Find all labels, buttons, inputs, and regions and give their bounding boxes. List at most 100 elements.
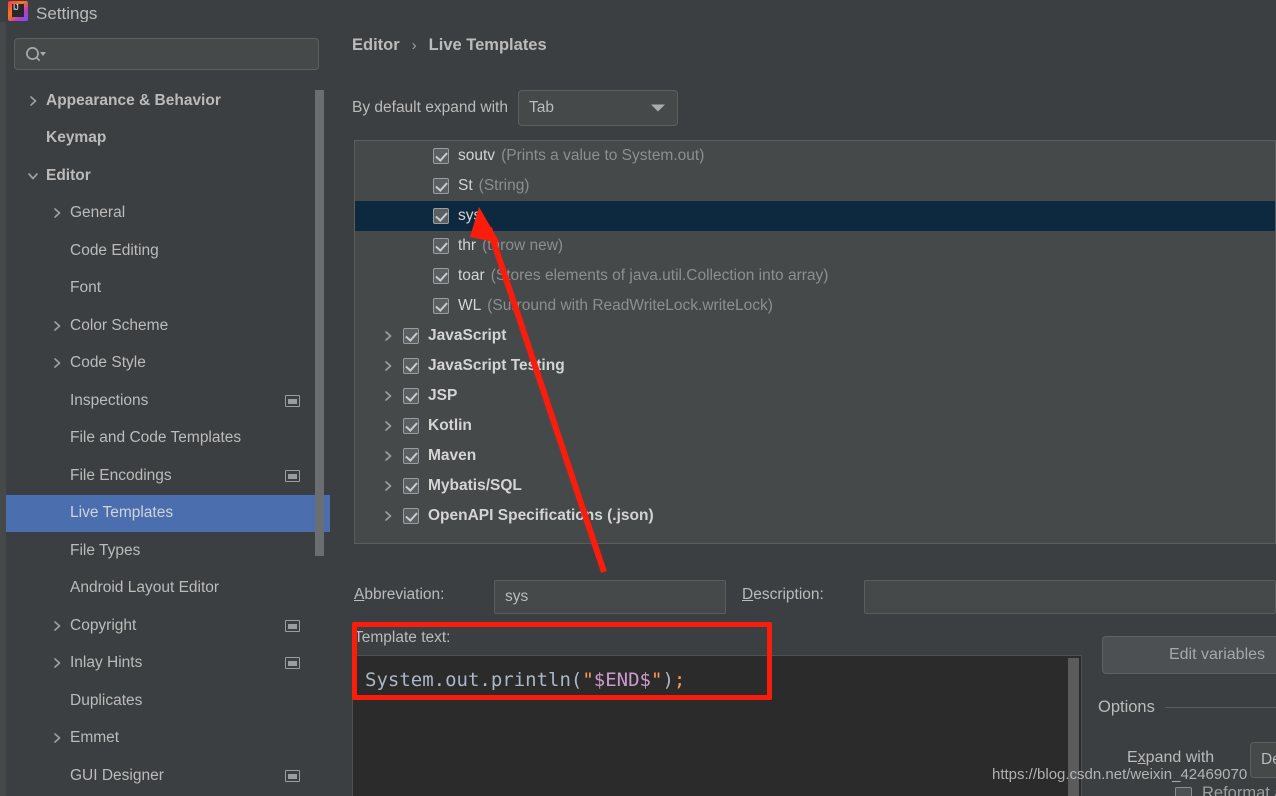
sidebar-item-live-templates[interactable]: Live Templates [6, 494, 330, 532]
template-description: (throw new) [482, 237, 564, 254]
chevron-right-icon[interactable] [373, 449, 403, 463]
sidebar-scrollbar[interactable] [315, 90, 324, 556]
template-list-row[interactable]: OpenAPI Specifications (.json) [355, 501, 1275, 531]
sidebar-item-code-style[interactable]: Code Style [6, 345, 330, 383]
template-name: sys [458, 207, 482, 224]
chevron-right-icon[interactable] [373, 419, 403, 433]
breadcrumb-separator-icon: › [411, 37, 417, 54]
reformat-label: Reformat according to style [1202, 784, 1276, 796]
chevron-right-icon[interactable] [373, 479, 403, 493]
edit-variables-button[interactable]: Edit variables [1102, 636, 1276, 674]
sidebar-item-editor[interactable]: Editor [6, 157, 330, 195]
chevron-right-icon[interactable] [373, 329, 403, 343]
sidebar-item-keymap[interactable]: Keymap [6, 120, 330, 158]
sidebar-item-inspections[interactable]: Inspections [6, 382, 330, 420]
chevron-right-icon[interactable] [44, 206, 70, 220]
template-name: toar [458, 267, 485, 284]
abbreviation-label: Abbreviation: [354, 586, 445, 603]
template-enabled-checkbox[interactable] [403, 388, 419, 404]
chevron-right-icon[interactable] [44, 619, 70, 633]
breadcrumb-parent[interactable]: Editor [352, 36, 400, 55]
sidebar-item-gui-designer[interactable]: GUI Designer [6, 757, 330, 795]
template-enabled-checkbox[interactable] [403, 508, 419, 524]
search-input[interactable] [53, 45, 310, 66]
sidebar-item-label: Android Layout Editor [70, 579, 220, 597]
sidebar-item-label: File Types [70, 541, 141, 559]
chevron-right-icon[interactable] [44, 356, 70, 370]
live-templates-list[interactable]: soutv (Prints a value to System.out) St (St… [354, 140, 1276, 544]
option-expand-with-dropdown[interactable]: Default [1250, 742, 1276, 778]
search-box[interactable] [14, 38, 319, 70]
description-label-rest: escription: [753, 586, 824, 603]
description-label: Description: [742, 586, 824, 603]
abbreviation-description-row: Abbreviation: sys Description: [330, 578, 1276, 616]
default-expand-row: By default expand with Tab [352, 90, 678, 126]
sidebar-item-appearance-behavior[interactable]: Appearance & Behavior [6, 82, 330, 120]
abbreviation-input[interactable]: sys [494, 580, 726, 614]
template-enabled-checkbox[interactable] [403, 448, 419, 464]
template-list-row[interactable]: JavaScript Testing [355, 351, 1275, 381]
template-list-row[interactable]: soutv (Prints a value to System.out) [355, 141, 1275, 171]
template-list-row[interactable]: Kotlin [355, 411, 1275, 441]
search-icon [25, 46, 47, 64]
chevron-down-icon[interactable] [20, 169, 46, 183]
settings-tree: Appearance & Behavior Keymap Editor General… [6, 82, 330, 796]
template-list-row[interactable]: WL (Surround with ReadWriteLock.writeLock… [355, 291, 1275, 321]
chevron-right-icon[interactable] [20, 94, 46, 108]
template-enabled-checkbox[interactable] [403, 358, 419, 374]
template-enabled-checkbox[interactable] [433, 208, 449, 224]
sidebar-item-copyright[interactable]: Copyright [6, 607, 330, 645]
template-enabled-checkbox[interactable] [433, 268, 449, 284]
sidebar-item-general[interactable]: General [6, 195, 330, 233]
code-token-0: System.out.println( [365, 669, 583, 691]
chevron-right-icon[interactable] [373, 359, 403, 373]
template-list-row[interactable]: Maven [355, 441, 1275, 471]
options-divider [1164, 707, 1276, 708]
chevron-right-icon[interactable] [44, 656, 70, 670]
code-token-5: ; [673, 669, 686, 691]
chevron-right-icon[interactable] [44, 319, 70, 333]
search-field-wrapper[interactable] [14, 38, 319, 70]
window-titlebar: Settings [0, 0, 1276, 22]
code-token-3: " [651, 669, 663, 691]
template-enabled-checkbox[interactable] [433, 178, 449, 194]
template-enabled-checkbox[interactable] [403, 418, 419, 434]
template-enabled-checkbox[interactable] [403, 328, 419, 344]
template-name: soutv [458, 147, 496, 164]
settings-window: Settings Appearance & Behavior Keymap Edit… [0, 0, 1276, 796]
sidebar-item-file-and-code-templates[interactable]: File and Code Templates [6, 420, 330, 458]
default-expand-dropdown[interactable]: Tab [517, 90, 678, 126]
template-list-row[interactable]: thr (throw new) [355, 231, 1275, 261]
template-list-row[interactable]: sys [355, 201, 1275, 231]
template-list-row[interactable]: St (String) [355, 171, 1275, 201]
sidebar-item-file-types[interactable]: File Types [6, 532, 330, 570]
chevron-right-icon[interactable] [44, 731, 70, 745]
description-input[interactable] [864, 580, 1276, 614]
sidebar-item-label: Keymap [46, 129, 107, 147]
template-enabled-checkbox[interactable] [403, 478, 419, 494]
template-list-row[interactable]: JSP [355, 381, 1275, 411]
template-enabled-checkbox[interactable] [433, 148, 449, 164]
template-name: WL [458, 297, 482, 314]
sidebar-item-label: Editor [46, 166, 91, 184]
sidebar-item-emmet[interactable]: Emmet [6, 720, 330, 758]
sidebar-item-label: Font [70, 279, 102, 297]
template-enabled-checkbox[interactable] [433, 238, 449, 254]
template-list-row[interactable]: Mybatis/SQL [355, 471, 1275, 501]
template-list-row[interactable]: JavaScript [355, 321, 1275, 351]
template-list-row[interactable]: toar (Stores elements of java.util.Collec… [355, 261, 1275, 291]
sidebar-item-duplicates[interactable]: Duplicates [6, 682, 330, 720]
reformat-checkbox[interactable] [1175, 787, 1192, 796]
sidebar-item-android-layout-editor[interactable]: Android Layout Editor [6, 570, 330, 608]
sidebar-item-color-scheme[interactable]: Color Scheme [6, 307, 330, 345]
sidebar-item-file-encodings[interactable]: File Encodings [6, 457, 330, 495]
breadcrumb-current: Live Templates [428, 36, 547, 54]
sidebar-item-font[interactable]: Font [6, 270, 330, 308]
sidebar-item-code-editing[interactable]: Code Editing [6, 232, 330, 270]
template-text-editor[interactable]: System.out.println("$END$"); [352, 655, 1082, 796]
sidebar-item-inlay-hints[interactable]: Inlay Hints [6, 645, 330, 683]
template-enabled-checkbox[interactable] [433, 298, 449, 314]
chevron-right-icon[interactable] [373, 509, 403, 523]
sidebar-item-label: General [70, 204, 126, 222]
chevron-right-icon[interactable] [373, 389, 403, 403]
